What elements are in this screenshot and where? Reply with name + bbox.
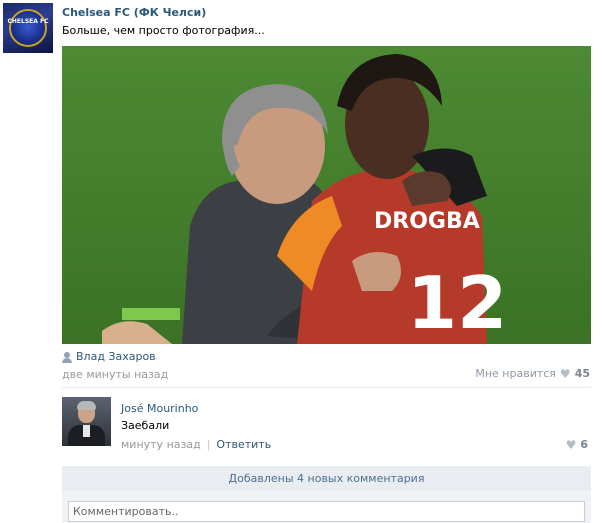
meta-separator: | xyxy=(206,438,211,451)
group-name-link[interactable]: Chelsea FC (ФК Челси) xyxy=(62,6,206,19)
post-author-name[interactable]: Влад Захаров xyxy=(76,350,156,363)
comment-text: Заебали xyxy=(121,419,170,432)
heart-icon: ♥ xyxy=(565,437,577,452)
commenter-name-link[interactable]: José Mourinho xyxy=(121,402,198,415)
post-like-label: Мне нравится xyxy=(475,367,556,380)
photo-jersey-name: DROGBA xyxy=(374,209,480,234)
comment-like-button[interactable]: ♥ 6 xyxy=(566,438,588,451)
new-comments-banner[interactable]: Добавлены 4 новых комментария xyxy=(62,466,591,491)
post-like-button[interactable]: Мне нравится ♥ 45 xyxy=(475,367,590,380)
post-author[interactable]: Влад Захаров xyxy=(62,350,156,363)
reply-box xyxy=(62,491,591,523)
comment-input[interactable] xyxy=(68,501,585,522)
comment-meta: минуту назад | Ответить xyxy=(121,438,271,451)
comment-like-count: 6 xyxy=(580,438,588,451)
post-photo[interactable]: DROGBA 12 xyxy=(62,46,591,344)
person-icon xyxy=(62,351,72,363)
commenter-avatar[interactable] xyxy=(62,397,111,446)
divider xyxy=(62,387,591,388)
heart-icon: ♥ xyxy=(559,366,571,381)
photo-jersey-number: 12 xyxy=(407,261,507,344)
reply-link[interactable]: Ответить xyxy=(216,438,271,451)
comment-time[interactable]: минуту назад xyxy=(121,438,201,451)
group-avatar-text: CHELSEA FC xyxy=(7,18,49,25)
photo-illustration: DROGBA 12 xyxy=(62,46,591,344)
group-avatar[interactable]: CHELSEA FC xyxy=(3,3,53,53)
post-like-count: 45 xyxy=(574,367,590,380)
chelsea-crest-icon xyxy=(9,9,47,47)
post-time[interactable]: две минуты назад xyxy=(62,368,168,381)
post-text: Больше, чем просто фотография... xyxy=(62,24,265,37)
